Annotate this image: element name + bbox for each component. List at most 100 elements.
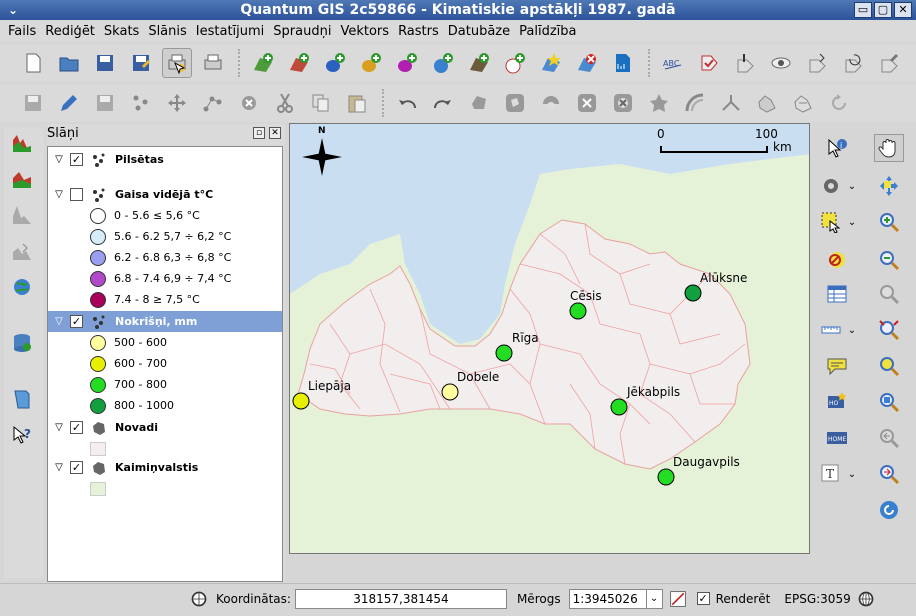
move-label-button[interactable] [802,48,832,78]
menu-datubaze[interactable]: Datubāze [448,24,510,39]
attribute-table-button[interactable] [822,280,852,308]
add-wcs-layer-button[interactable] [464,48,494,78]
add-ring-button[interactable] [500,88,530,118]
menu-rediget[interactable]: Rediģēt [45,24,95,39]
city-point-jekabpils[interactable] [610,398,628,416]
show-bookmarks-button[interactable]: HOME [822,424,852,452]
layer-item-pilsetas[interactable]: ▽ ✓ Pilsētas [48,149,282,170]
layer-item-nokrisni[interactable]: ▽ ✓ Nokrišņi, mm [48,311,282,332]
action-dropdown[interactable]: ⌄ [844,172,860,200]
new-project-button[interactable] [18,48,48,78]
zoom-to-layer-button[interactable] [874,316,904,344]
layer-visibility-checkbox[interactable] [70,188,83,201]
paste-features-button[interactable] [342,88,372,118]
menu-vektors[interactable]: Vektors [340,24,389,39]
reshape-features-button[interactable] [644,88,674,118]
identify-button[interactable]: i [822,134,852,162]
menu-spraudni[interactable]: Spraudņi [273,24,331,39]
add-part-button[interactable] [536,88,566,118]
minimize-button[interactable]: ▭ [854,2,872,18]
expand-arrow-icon[interactable]: ▽ [52,316,66,327]
zoom-last-button[interactable] [874,424,904,452]
add-wfs-layer-button[interactable] [500,48,530,78]
zoom-next-button[interactable] [874,460,904,488]
delete-ring-button[interactable] [572,88,602,118]
city-point-riga[interactable] [495,344,513,362]
measure-button[interactable] [816,316,846,344]
label-tool-button[interactable] [694,48,724,78]
city-point-aluksne[interactable] [684,284,702,302]
city-point-daugavpils[interactable] [657,468,675,486]
delete-selected-button[interactable] [234,88,264,118]
map-tips-button[interactable] [822,352,852,380]
open-project-button[interactable] [54,48,84,78]
add-raster-layer-button[interactable] [284,48,314,78]
simplify-feature-button[interactable] [464,88,494,118]
whats-this-button[interactable]: ? [4,420,40,450]
zoom-native-button[interactable] [874,388,904,416]
oracle-georaster-button[interactable] [4,272,40,302]
expand-arrow-icon[interactable]: ▽ [52,154,66,165]
merge-attributes-button[interactable] [788,88,818,118]
offset-curve-button[interactable] [680,88,710,118]
new-gpx-layer-button[interactable] [608,48,638,78]
layer-visibility-checkbox[interactable]: ✓ [70,421,83,434]
refresh-button[interactable] [874,496,904,524]
layer-item-kaiminvalstis[interactable]: ▽ ✓ Kaimiņvalstis [48,457,282,478]
remove-layer-button[interactable] [572,48,602,78]
help-contents-button[interactable] [4,384,40,414]
save-edits-button[interactable] [90,88,120,118]
add-mssql-layer-button[interactable] [392,48,422,78]
layer-item-novadi[interactable]: ▽ ✓ Novadi [48,417,282,438]
save-as-button[interactable] [126,48,156,78]
add-postgis-layer-button[interactable] [320,48,350,78]
chevron-down-icon[interactable]: ⌄ [645,589,662,608]
print-composer-button[interactable] [162,48,192,78]
spell-check-button[interactable]: ABC [658,48,688,78]
pin-label-button[interactable] [730,48,760,78]
cut-features-button[interactable] [270,88,300,118]
rotate-symbols-button[interactable] [824,88,854,118]
window-menu-icon[interactable]: ⌄ [4,2,22,18]
stretch-histogram-button[interactable] [4,164,40,194]
menu-rastrs[interactable]: Rastrs [398,24,439,39]
local-histogram-button[interactable] [4,200,40,230]
toggle-editing-button[interactable] [54,88,84,118]
add-vector-layer-button[interactable] [248,48,278,78]
undo-button[interactable] [392,88,422,118]
coordinate-capture-icon[interactable] [190,590,208,608]
select-dropdown[interactable]: ⌄ [844,208,860,236]
stop-render-icon[interactable] [669,590,687,608]
delete-part-button[interactable] [608,88,638,118]
zoom-full-button[interactable] [874,280,904,308]
node-tool-button[interactable] [198,88,228,118]
show-hide-labels-button[interactable] [766,48,796,78]
pan-map-button[interactable] [874,134,904,162]
zoom-in-button[interactable] [874,208,904,236]
db-manager-button[interactable] [4,328,40,358]
menu-skats[interactable]: Skats [104,24,139,39]
menu-palidziba[interactable]: Palīdzība [519,24,576,39]
select-features-button[interactable] [816,208,846,236]
add-wms-layer-button[interactable] [428,48,458,78]
close-panel-button[interactable]: ✕ [269,127,281,139]
city-point-liepaja[interactable] [292,392,310,410]
current-edits-button[interactable] [18,88,48,118]
menu-slanis[interactable]: Slānis [148,24,186,39]
map-canvas[interactable]: N 0 100 km Alūksne Cēsis Rīga Dobele Lie… [289,123,810,554]
scale-combobox[interactable]: 1:3945026 ⌄ [568,588,663,609]
crs-status[interactable]: EPSG:3059 [784,592,850,606]
zoom-to-selection-button[interactable] [874,352,904,380]
new-shapefile-button[interactable] [536,48,566,78]
rotate-label-button[interactable] [838,48,868,78]
render-checkbox[interactable]: ✓ [696,592,710,605]
measure-dropdown[interactable]: ⌄ [844,316,860,344]
layer-visibility-checkbox[interactable]: ✓ [70,461,83,474]
pan-to-selection-button[interactable] [874,172,904,200]
layer-visibility-checkbox[interactable]: ✓ [70,153,83,166]
new-bookmark-button[interactable]: HO [822,388,852,416]
deselect-button[interactable] [822,246,852,274]
city-point-cesis[interactable] [569,302,587,320]
change-label-button[interactable] [874,48,904,78]
print-button[interactable] [198,48,228,78]
